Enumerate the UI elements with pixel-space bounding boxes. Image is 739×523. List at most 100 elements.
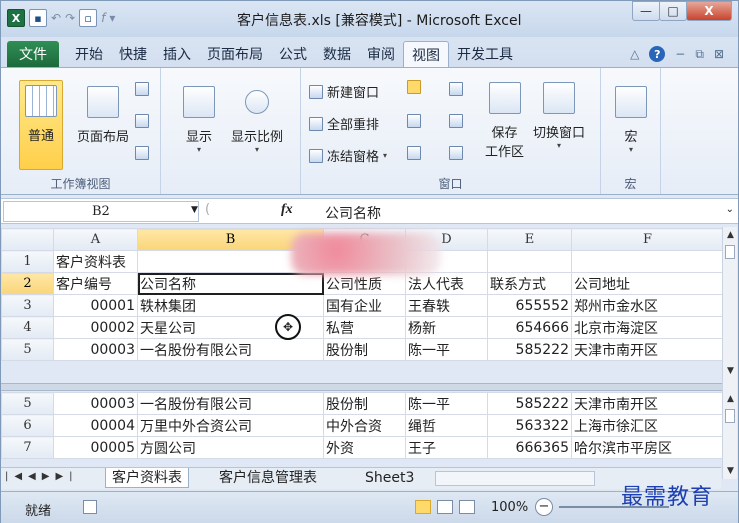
row-header[interactable]: 7 [1,436,54,459]
cell[interactable]: 一名股份有限公司 [137,338,324,361]
tab-view[interactable]: 视图 [403,41,449,67]
cell[interactable]: 股份制 [323,392,406,415]
scroll-up-icon-lower[interactable]: ▲ [723,391,738,407]
switch-windows-button[interactable]: 切换窗口 ▾ [533,82,585,150]
row-header[interactable]: 2 [1,272,54,295]
qat-menu-icon[interactable]: ▾ [109,11,115,25]
cell[interactable]: 法人代表 [405,272,488,295]
cell[interactable]: 王春轶 [405,294,488,317]
cell[interactable]: 私营 [323,316,406,339]
sheet-tab-customer-data[interactable]: 客户资料表 [105,468,189,488]
undo-icon[interactable]: ↶ [51,11,61,25]
vertical-scrollbar[interactable]: ▲ ▼ ▲ ▼ [722,227,737,479]
cell[interactable]: 陈一平 [405,392,488,415]
cell[interactable]: 公司性质 [323,272,406,295]
redo-icon[interactable]: ↷ [65,11,75,25]
cell[interactable]: 陈一平 [405,338,488,361]
ribbon-collapse-icon[interactable]: △ [630,47,639,61]
cell[interactable]: 00003 [53,338,138,361]
close-button[interactable]: X [686,1,732,21]
cell[interactable] [571,250,724,273]
tab-shortcut[interactable]: 快捷 [111,41,155,67]
window-restore-icon[interactable]: ⧉ [695,47,704,62]
new-file-icon[interactable]: ▫ [79,9,98,27]
new-window-button[interactable]: 新建窗口 [309,82,379,101]
macros-button[interactable]: 宏 ▾ [615,86,647,154]
normal-view-button[interactable]: 普通 [19,80,63,170]
cell[interactable]: 客户编号 [53,272,138,295]
zoom-button[interactable]: 显示比例 ▾ [231,86,283,154]
cell-selected[interactable]: 公司名称 [137,272,324,295]
page-break-status-icon[interactable] [459,500,475,514]
column-header-a[interactable]: A [53,228,138,251]
tab-home[interactable]: 开始 [67,41,111,67]
sheet-tab-sheet3[interactable]: Sheet3 [359,468,420,488]
normal-view-status-icon[interactable] [415,500,431,514]
split-bar[interactable] [1,383,723,391]
cell[interactable]: 客户资料表 [53,250,138,273]
cell[interactable]: 00002 [53,316,138,339]
sheet-nav-icons[interactable]: |◀◀▶▶| [5,471,79,482]
name-box-dropdown-icon[interactable]: ▼ [191,205,198,215]
fx-qat-icon[interactable]: f [101,11,105,25]
macro-record-icon[interactable] [83,500,97,514]
page-layout-view-button[interactable]: 页面布局 [77,86,129,145]
cell[interactable]: 00003 [53,392,138,415]
tab-insert[interactable]: 插入 [155,41,199,67]
custom-views-button[interactable] [135,114,149,128]
tab-data[interactable]: 数据 [315,41,359,67]
arrange-all-button[interactable]: 全部重排 [309,114,379,133]
cell[interactable] [487,250,572,273]
cell[interactable]: 655552 [487,294,572,317]
scroll-thumb-lower[interactable] [725,409,735,423]
scroll-thumb[interactable] [725,245,735,259]
cell[interactable]: 585222 [487,338,572,361]
cell[interactable]: 一名股份有限公司 [137,392,324,415]
cell[interactable]: 上海市徐汇区 [571,414,724,437]
row-header[interactable]: 5 [1,392,54,415]
cell[interactable]: 00005 [53,436,138,459]
sheet-tab-customer-management[interactable]: 客户信息管理表 [213,468,323,488]
cell[interactable]: 666365 [487,436,572,459]
cell[interactable]: 王子 [405,436,488,459]
maximize-button[interactable]: □ [659,1,687,21]
row-header[interactable]: 3 [1,294,54,317]
unhide-button[interactable] [407,146,421,160]
cell[interactable]: 方圆公司 [137,436,324,459]
zoom-out-icon[interactable]: − [535,498,553,516]
cell[interactable]: 哈尔滨市平房区 [571,436,724,459]
row-header[interactable]: 1 [1,250,54,273]
cell[interactable]: 北京市海淀区 [571,316,724,339]
tab-developer[interactable]: 开发工具 [449,41,521,67]
row-header[interactable]: 4 [1,316,54,339]
split-button[interactable] [407,80,421,94]
cell[interactable]: 天津市南开区 [571,338,724,361]
horizontal-scrollbar[interactable] [435,471,595,486]
full-screen-button[interactable] [135,146,149,160]
cell[interactable]: 郑州市金水区 [571,294,724,317]
page-layout-status-icon[interactable] [437,500,453,514]
tab-review[interactable]: 审阅 [359,41,403,67]
cell[interactable]: 585222 [487,392,572,415]
page-break-preview-button[interactable] [135,82,149,96]
tab-file[interactable]: 文件 [7,41,59,67]
cell[interactable]: 654666 [487,316,572,339]
column-header-e[interactable]: E [487,228,572,251]
hide-button[interactable] [407,114,421,128]
row-header[interactable]: 5 [1,338,54,361]
scroll-up-icon[interactable]: ▲ [723,227,738,243]
zoom-level[interactable]: 100% [491,500,528,515]
cell[interactable]: 联系方式 [487,272,572,295]
view-side-by-side-button[interactable] [449,82,463,96]
name-box[interactable]: B2 [3,201,199,222]
reset-position-button[interactable] [449,146,463,160]
save-icon[interactable]: ▪ [29,9,47,27]
show-button[interactable]: 显示 ▾ [183,86,215,154]
help-icon[interactable]: ? [649,46,666,62]
minimize-button[interactable]: — [632,1,660,21]
tab-formulas[interactable]: 公式 [271,41,315,67]
window-close-icon[interactable]: ⊠ [714,47,724,61]
scroll-down-icon-lower[interactable]: ▼ [723,463,738,479]
formula-input[interactable]: 公司名称 [325,203,381,223]
cell[interactable]: 563322 [487,414,572,437]
